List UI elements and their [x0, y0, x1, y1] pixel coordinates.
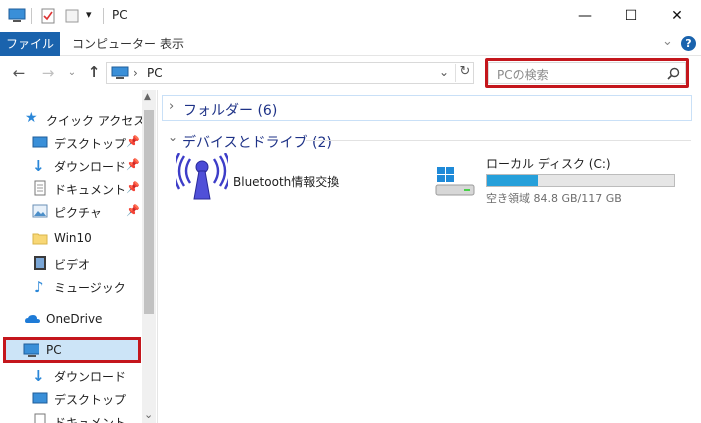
recent-locations-icon[interactable]: ⌄ [64, 65, 80, 81]
nav-item-documents[interactable]: ドキュメント 📌 [0, 177, 142, 199]
help-icon[interactable]: ? [681, 36, 696, 51]
window-title: PC [112, 8, 128, 22]
pin-icon[interactable]: 📌 [126, 181, 140, 194]
drive-usage-fill [487, 175, 539, 186]
tab-computer[interactable]: コンピューター [72, 32, 156, 56]
video-icon [34, 256, 46, 270]
nav-item-music[interactable]: ♪ ミュージック [0, 275, 142, 297]
search-highlight-frame [485, 58, 689, 88]
star-icon: ★ [25, 110, 38, 126]
drive-usage-bar [486, 174, 675, 187]
scroll-down-icon[interactable]: ⌄ [144, 408, 153, 421]
breadcrumb-pc[interactable]: PC [147, 66, 163, 80]
nav-pc-documents[interactable]: ドキュメント [0, 410, 142, 423]
computer-icon [23, 343, 39, 357]
desktop-icon [32, 136, 48, 148]
chevron-right-icon[interactable]: › [169, 99, 174, 114]
nav-pc-desktop[interactable]: デスクトップ [0, 387, 142, 409]
tab-file[interactable]: ファイル [0, 32, 60, 56]
nav-pc-downloads[interactable]: ↓ ダウンロード [0, 364, 142, 386]
scroll-thumb[interactable] [144, 110, 154, 314]
drive-free-space: 空き領域 84.8 GB/117 GB [486, 192, 622, 205]
tab-view[interactable]: 表示 [160, 32, 184, 56]
bluetooth-item[interactable]: Bluetooth情報交換 [176, 153, 376, 203]
ribbon-tabs: ファイル コンピューター 表示 ⌄ ? [0, 32, 701, 56]
nav-onedrive[interactable]: OneDrive [0, 308, 142, 330]
pin-icon[interactable]: 📌 [126, 204, 140, 217]
nav-label: ピクチャ [54, 206, 102, 220]
computer-icon [111, 66, 129, 79]
chevron-down-icon[interactable]: ⌄ [168, 130, 178, 144]
cloud-icon [25, 315, 40, 323]
nav-label: Win10 [54, 231, 92, 245]
download-arrow-icon: ↓ [32, 157, 45, 175]
pin-icon[interactable]: 📌 [126, 135, 140, 148]
group-title: フォルダー (6) [183, 103, 278, 119]
nav-label: OneDrive [46, 312, 103, 326]
minimize-button[interactable]: — [562, 0, 608, 32]
computer-icon [8, 8, 26, 22]
up-arrow-icon[interactable]: ↑ [86, 64, 102, 80]
nav-item-desktop[interactable]: デスクトップ 📌 [0, 131, 142, 153]
back-arrow-icon[interactable]: ← [11, 65, 27, 81]
download-arrow-icon: ↓ [32, 367, 45, 385]
close-button[interactable]: ✕ [654, 0, 700, 32]
title-bar: ▾ PC — ☐ ✕ [0, 0, 701, 32]
desktop-icon [32, 392, 48, 404]
nav-item-videos[interactable]: ビデオ [0, 252, 142, 274]
pictures-icon [32, 204, 48, 218]
bluetooth-tower-icon [176, 153, 228, 200]
nav-item-downloads[interactable]: ↓ ダウンロード 📌 [0, 154, 142, 176]
nav-item-pictures[interactable]: ピクチャ 📌 [0, 200, 142, 222]
nav-label: デスクトップ [54, 137, 127, 151]
nav-label: ドキュメント [54, 183, 127, 197]
devices-group-header[interactable]: ⌄ デバイスとドライブ (2) [166, 130, 696, 151]
breadcrumb-separator-icon[interactable]: › [133, 66, 138, 80]
nav-label: ダウンロード [54, 370, 127, 384]
folder-icon [32, 233, 48, 245]
address-dropdown-icon[interactable]: ⌄ [439, 65, 449, 79]
nav-label: ビデオ [54, 258, 91, 272]
nav-label: ドキュメント [54, 416, 127, 423]
group-title: デバイスとドライブ (2) [182, 135, 332, 151]
nav-quick-access[interactable]: ★ クイック アクセス [0, 108, 146, 130]
drive-label: ローカル ディスク (C:) [486, 157, 611, 171]
nav-label: ダウンロード [54, 160, 127, 174]
nav-item-win10[interactable]: Win10 [0, 227, 142, 249]
maximize-button[interactable]: ☐ [608, 0, 654, 32]
pane-divider [157, 90, 158, 423]
folders-group-header[interactable]: › フォルダー (6) [162, 95, 692, 121]
ribbon-expand-icon[interactable]: ⌄ [662, 34, 673, 49]
nav-label: ミュージック [54, 281, 126, 295]
forward-arrow-icon[interactable]: → [40, 65, 56, 81]
nav-pc[interactable]: PC [0, 339, 142, 361]
nav-label: デスクトップ [54, 393, 127, 407]
drive-c-item[interactable]: ローカル ディスク (C:) 空き領域 84.8 GB/117 GB [434, 155, 684, 207]
pin-icon[interactable]: 📌 [126, 158, 140, 171]
hard-drive-icon [435, 167, 475, 196]
nav-label: クイック アクセス [46, 114, 146, 128]
music-note-icon: ♪ [34, 278, 44, 296]
document-icon [34, 180, 46, 196]
properties-icon[interactable] [40, 8, 56, 24]
qat-dropdown-icon[interactable]: ▾ [86, 8, 92, 21]
new-folder-icon[interactable] [64, 8, 80, 24]
scroll-up-icon[interactable]: ▲ [144, 92, 151, 102]
nav-label: PC [46, 343, 62, 357]
document-icon [34, 413, 46, 423]
bluetooth-label: Bluetooth情報交換 [233, 175, 340, 189]
address-bar[interactable]: › PC ⌄ ↻ [106, 62, 474, 84]
refresh-icon[interactable]: ↻ [455, 64, 474, 82]
